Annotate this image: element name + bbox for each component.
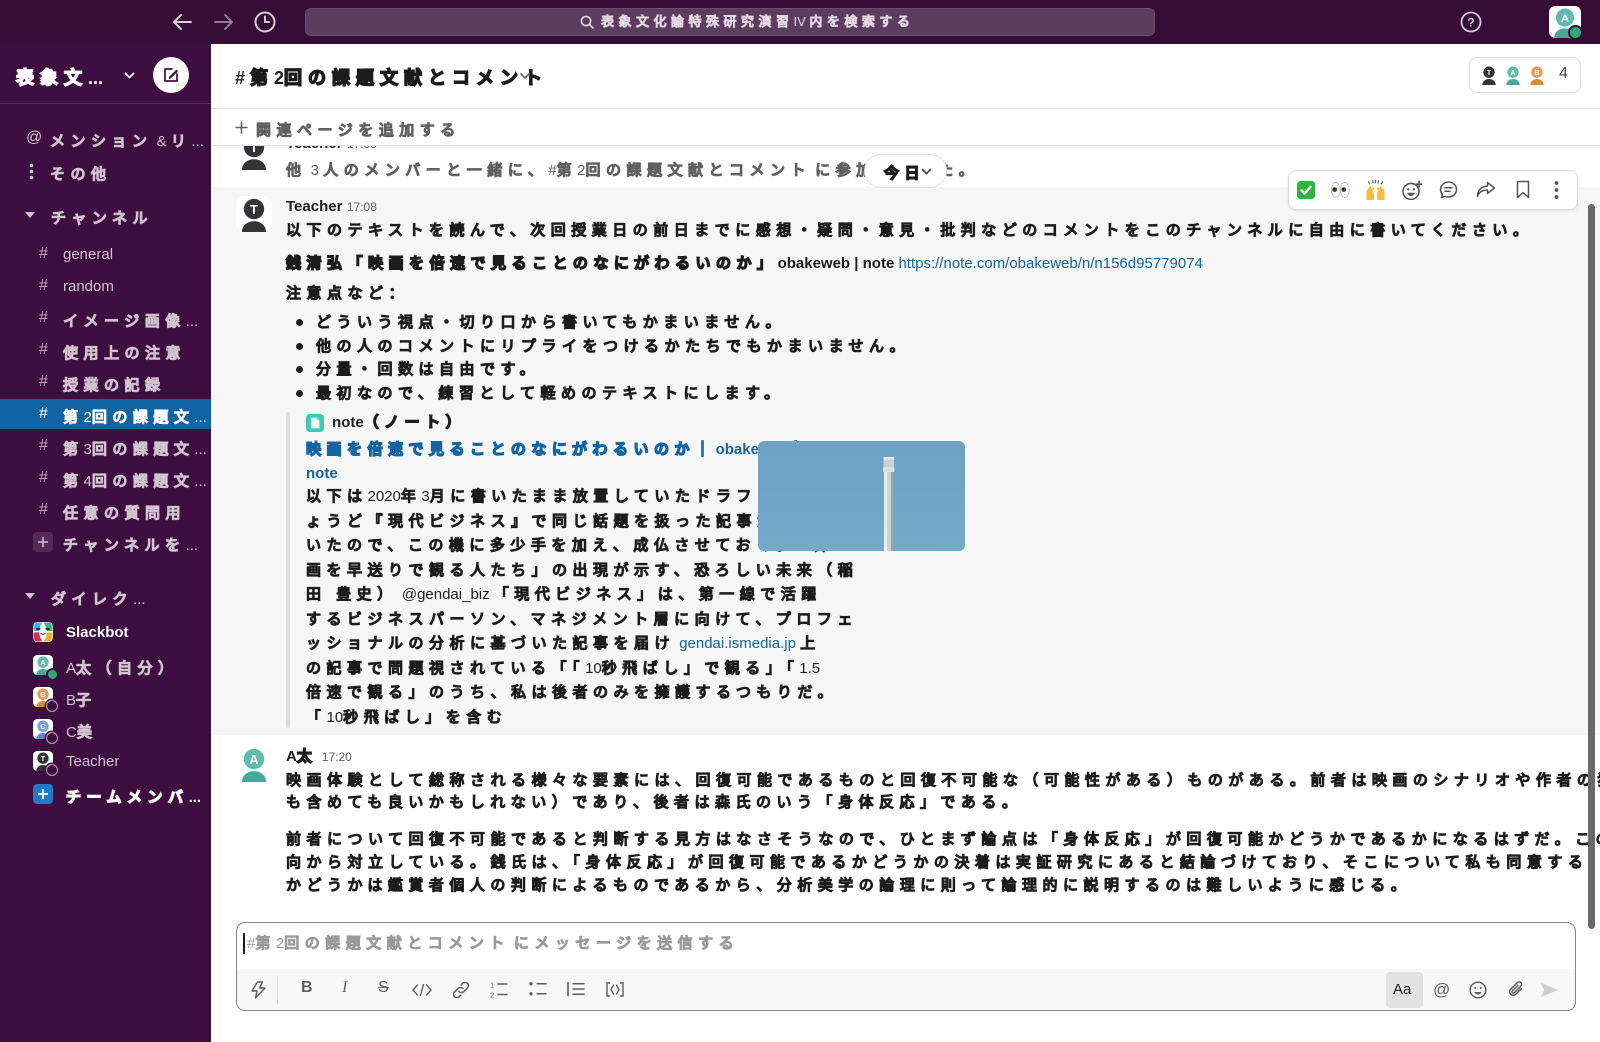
svg-text:A: A xyxy=(1561,13,1569,25)
svg-text:?: ? xyxy=(1467,16,1474,30)
svg-text:2: 2 xyxy=(490,991,494,999)
svg-text:A: A xyxy=(40,658,46,667)
svg-text:T: T xyxy=(1487,68,1492,77)
svg-text:T: T xyxy=(250,202,258,217)
svg-text:T: T xyxy=(41,754,46,763)
svg-text:A: A xyxy=(249,752,259,767)
svg-text:B: B xyxy=(1534,68,1539,77)
svg-text:1: 1 xyxy=(490,981,494,990)
svg-text:C: C xyxy=(40,722,46,731)
svg-text:A: A xyxy=(1510,68,1516,77)
svg-text:B: B xyxy=(40,690,45,699)
